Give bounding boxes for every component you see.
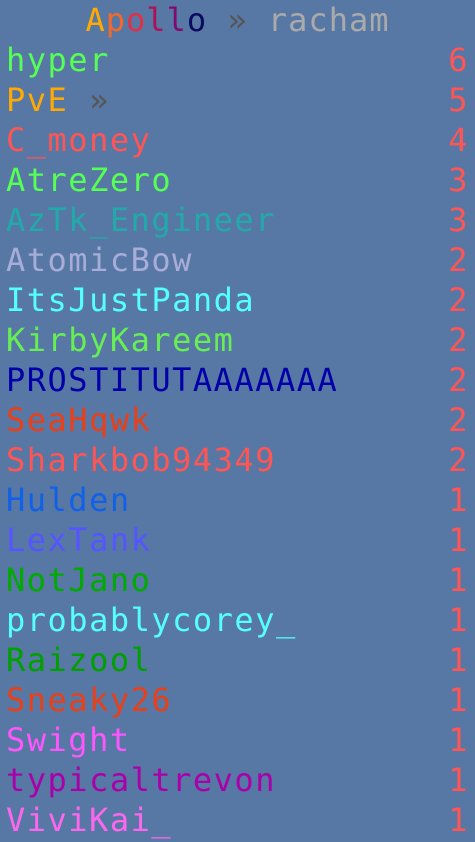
server-name-letter: o xyxy=(126,1,147,39)
player-score: 3 xyxy=(448,161,469,199)
server-name-letter: p xyxy=(105,1,127,39)
player-name-text: probablycorey_ xyxy=(6,601,297,639)
player-score: 2 xyxy=(448,321,469,359)
player-name: Sharkbob94349 xyxy=(6,441,276,479)
player-name: C_money xyxy=(6,121,151,159)
chevron-icon: » xyxy=(89,81,110,119)
scoreboard-row: Raizool 1 xyxy=(0,640,475,680)
separator-icon: » xyxy=(227,1,248,39)
player-name: PvE » xyxy=(6,81,110,119)
player-name-text: ViviKai_ xyxy=(6,801,173,839)
player-name-text: hyper xyxy=(6,41,110,79)
player-name: NotJano xyxy=(6,561,151,599)
player-name: Sneaky26 xyxy=(6,681,172,719)
player-score: 2 xyxy=(448,361,469,399)
player-name: Raizool xyxy=(6,641,151,679)
player-name-text: Swight xyxy=(6,721,131,759)
scoreboard-row: ItsJustPanda 2 xyxy=(0,280,475,320)
player-name: ItsJustPanda xyxy=(6,281,255,319)
scoreboard-row: NotJano 1 xyxy=(0,560,475,600)
player-name-text: Sneaky26 xyxy=(6,681,173,719)
server-name-letter: l xyxy=(166,1,187,39)
player-score: 1 xyxy=(448,641,469,679)
scoreboard-row: AtomicBow 2 xyxy=(0,240,475,280)
player-name: typicaltrevon xyxy=(6,761,276,799)
player-score: 1 xyxy=(448,721,469,759)
server-name-letter: l xyxy=(146,1,167,39)
player-name-text: AtomicBow xyxy=(6,241,193,279)
player-name-text: Hulden xyxy=(6,481,131,519)
player-name-text: AzTk_Engineer xyxy=(6,201,276,239)
player-name-text: LexTank xyxy=(6,521,152,559)
player-score: 1 xyxy=(448,481,469,519)
player-name-text: typicaltrevon xyxy=(6,761,276,799)
player-score: 2 xyxy=(448,281,469,319)
player-name-text: NotJano xyxy=(6,561,152,599)
scoreboard-row: SeaHqwk 2 xyxy=(0,400,475,440)
player-score: 5 xyxy=(448,81,469,119)
scoreboard-title: Apollo » racham xyxy=(0,0,475,40)
scoreboard-row: LexTank 1 xyxy=(0,520,475,560)
server-name-letter: o xyxy=(186,1,208,39)
player-name: KirbyKareem xyxy=(6,321,234,359)
player-score: 1 xyxy=(448,681,469,719)
player-name: SeaHqwk xyxy=(6,401,151,439)
player-score: 2 xyxy=(448,241,469,279)
player-name: ViviKai_ xyxy=(6,801,172,839)
player-name: AtreZero xyxy=(6,161,172,199)
player-score: 2 xyxy=(448,441,469,479)
player-name: AtomicBow xyxy=(6,241,193,279)
server-name-letter: A xyxy=(85,1,106,39)
player-name-text: Raizool xyxy=(6,641,152,679)
player-name: Swight xyxy=(6,721,131,759)
player-name: AzTk_Engineer xyxy=(6,201,276,239)
server-name: Apollo xyxy=(86,1,208,39)
scoreboard-row: Hulden 1 xyxy=(0,480,475,520)
player-name-text: SeaHqwk xyxy=(6,401,152,439)
player-score: 1 xyxy=(448,561,469,599)
player-name-text: C_money xyxy=(6,121,152,159)
player-score: 1 xyxy=(448,761,469,799)
scoreboard-row: Sharkbob94349 2 xyxy=(0,440,475,480)
player-name-text: AtreZero xyxy=(6,161,173,199)
scoreboard-row: Sneaky26 1 xyxy=(0,680,475,720)
player-score: 1 xyxy=(448,521,469,559)
player-score: 2 xyxy=(448,401,469,439)
player-score: 3 xyxy=(448,201,469,239)
player-name-text: PROSTITUTAAAAAAA xyxy=(6,361,339,399)
player-score: 6 xyxy=(448,41,469,79)
player-name-text: Sharkbob94349 xyxy=(6,441,276,479)
scoreboard-row: ViviKai_ 1 xyxy=(0,800,475,840)
scoreboard-row: probablycorey_ 1 xyxy=(0,600,475,640)
player-name: LexTank xyxy=(6,521,151,559)
scoreboard-row: typicaltrevon 1 xyxy=(0,760,475,800)
scoreboard-row: Swight 1 xyxy=(0,720,475,760)
player-name: PROSTITUTAAAAAAA xyxy=(6,361,338,399)
scoreboard-row: PvE » 5 xyxy=(0,80,475,120)
player-name: Hulden xyxy=(6,481,131,519)
scoreboard-list: hyper 6 PvE » 5 C_money 4 AtreZero 3 AzTk_Engine… xyxy=(0,40,475,840)
player-name-text: PvE xyxy=(6,81,69,119)
player-name-text: ItsJustPanda xyxy=(6,281,256,319)
player-name: probablycorey_ xyxy=(6,601,297,639)
scoreboard-row: AzTk_Engineer 3 xyxy=(0,200,475,240)
player-score: 4 xyxy=(448,121,469,159)
player-score: 1 xyxy=(448,601,469,639)
game-mode: racham xyxy=(267,1,390,39)
scoreboard-row: C_money 4 xyxy=(0,120,475,160)
player-name-text: KirbyKareem xyxy=(6,321,235,359)
scoreboard-row: KirbyKareem 2 xyxy=(0,320,475,360)
player-name: hyper xyxy=(6,41,110,79)
scoreboard-row: PROSTITUTAAAAAAA 2 xyxy=(0,360,475,400)
player-score: 1 xyxy=(448,801,469,839)
scoreboard-row: hyper 6 xyxy=(0,40,475,80)
scoreboard-row: AtreZero 3 xyxy=(0,160,475,200)
